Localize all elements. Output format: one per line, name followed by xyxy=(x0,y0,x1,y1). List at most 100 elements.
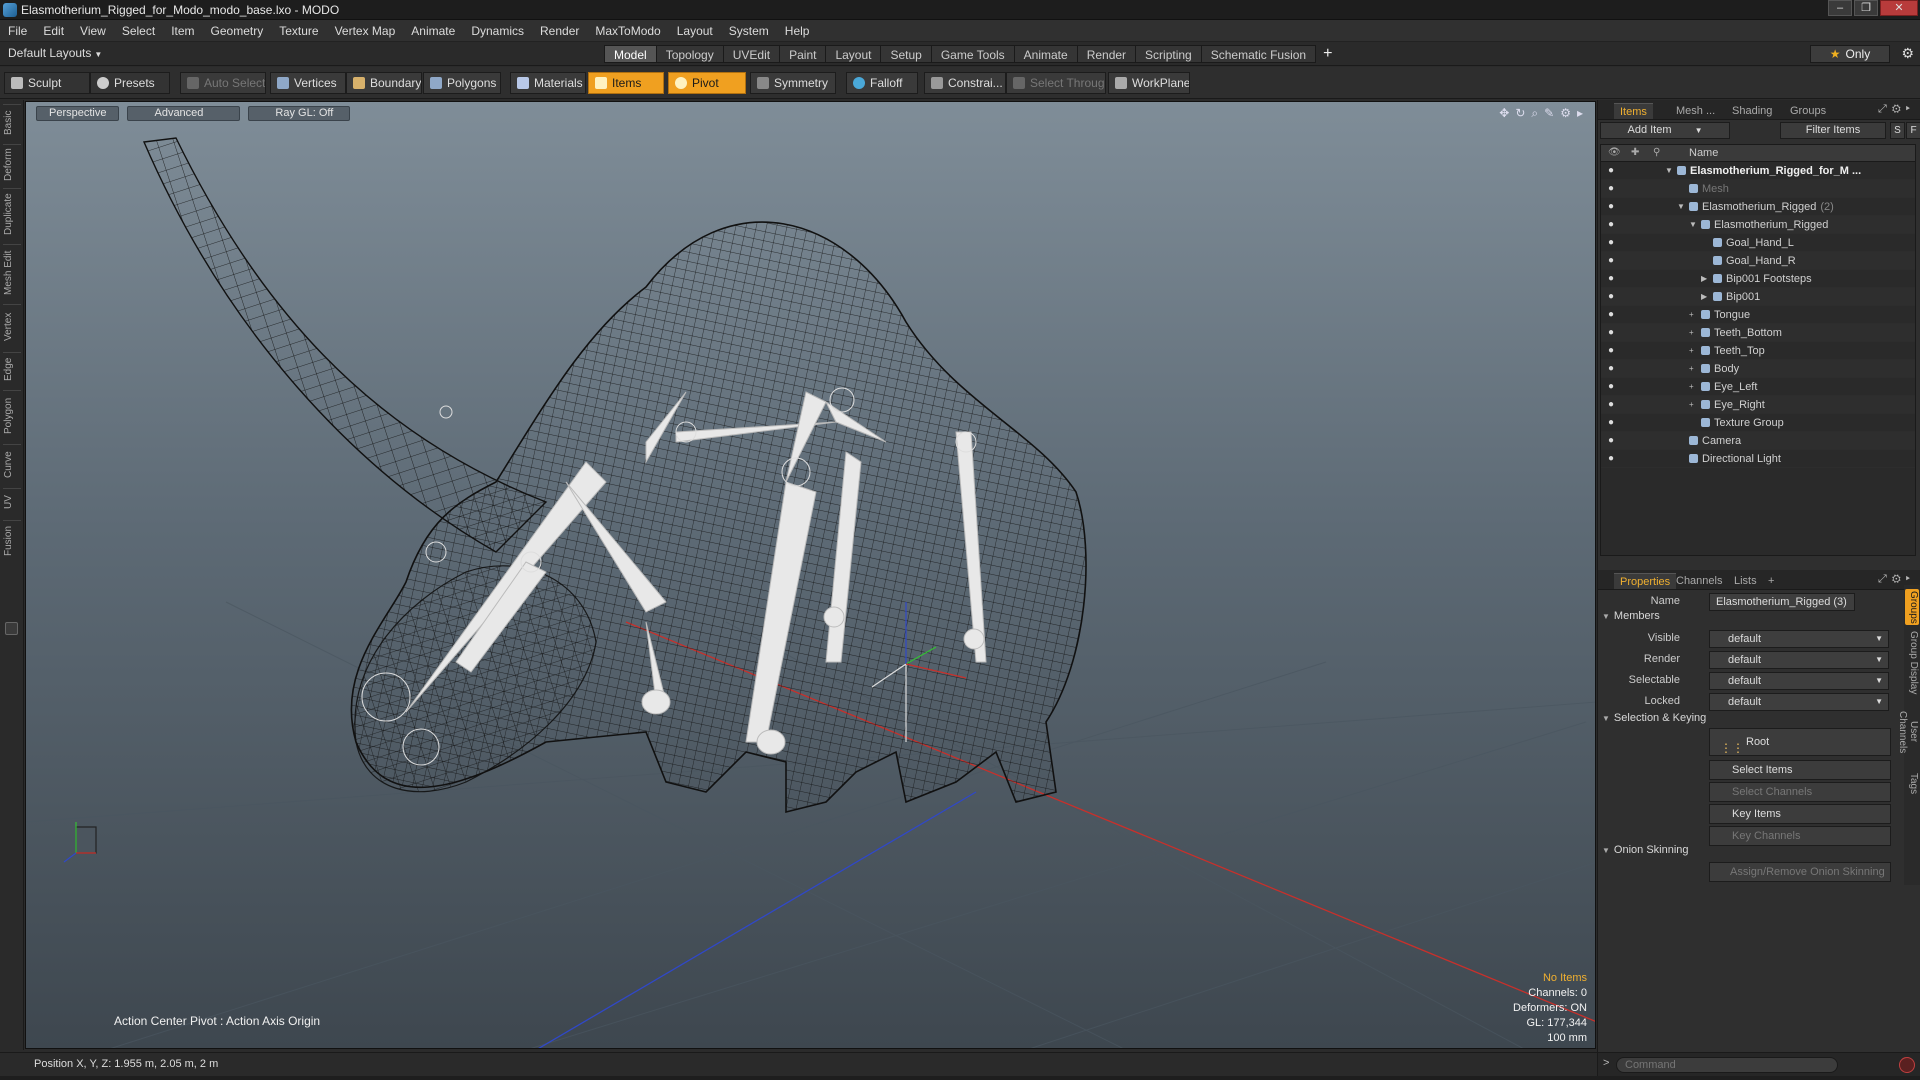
select-through-button[interactable]: Select Through xyxy=(1006,72,1106,94)
tree-expander-icon[interactable]: ▼ xyxy=(1677,198,1685,216)
name-field[interactable]: Elasmotherium_Rigged (3) xyxy=(1709,593,1855,611)
tab-channels[interactable]: Channels xyxy=(1670,573,1728,589)
onion-skinning-section-header[interactable]: ▼ Onion Skinning xyxy=(1602,844,1689,856)
viewport-expand-icon[interactable]: ▸ xyxy=(1577,106,1583,121)
boundary-button[interactable]: Boundary xyxy=(346,72,422,94)
tree-row[interactable]: ● + Teeth_Bottom xyxy=(1601,324,1915,342)
tree-row[interactable]: ● Mesh xyxy=(1601,180,1915,198)
tree-row[interactable]: ● ▼ Elasmotherium_Rigged xyxy=(1601,216,1915,234)
tab-items[interactable]: Items xyxy=(1614,103,1653,119)
tree-row[interactable]: ● + Eye_Left xyxy=(1601,378,1915,396)
visibility-eye-icon[interactable]: ● xyxy=(1608,342,1614,360)
tab-model[interactable]: Model xyxy=(604,45,657,63)
add-tab-button[interactable]: + xyxy=(1315,45,1340,63)
tab-mesh[interactable]: Mesh ... xyxy=(1670,103,1721,119)
visibility-eye-icon[interactable]: ● xyxy=(1608,324,1614,342)
side-tab-group-display[interactable]: Group Display xyxy=(1905,631,1919,695)
tab-curve[interactable]: Curve xyxy=(3,444,21,484)
side-tab-tags[interactable]: Tags xyxy=(1905,769,1919,799)
visibility-eye-icon[interactable]: ● xyxy=(1608,432,1614,450)
visibility-eye-icon[interactable]: ● xyxy=(1608,234,1614,252)
render-select[interactable]: default ▼ xyxy=(1709,651,1889,669)
visibility-eye-icon[interactable]: ● xyxy=(1608,198,1614,216)
assign-onion-skinning-button[interactable]: Assign/Remove Onion Skinning xyxy=(1709,862,1891,882)
tree-expander-icon[interactable]: ▶ xyxy=(1701,270,1707,288)
3d-viewport[interactable]: Perspective Advanced Ray GL: Off ✥ ↻ ⌕ ✎… xyxy=(25,101,1596,1049)
menu-vertex-map[interactable]: Vertex Map xyxy=(327,20,404,42)
tab-properties[interactable]: Properties xyxy=(1614,573,1677,589)
menu-file[interactable]: File xyxy=(0,20,35,42)
tab-basic[interactable]: Basic xyxy=(3,104,21,140)
items-button[interactable]: Items xyxy=(588,72,664,94)
tree-row[interactable]: ● ▶ Bip001 Footsteps xyxy=(1601,270,1915,288)
menu-render[interactable]: Render xyxy=(532,20,587,42)
select-items-button[interactable]: Select Items xyxy=(1709,760,1891,780)
vertices-button[interactable]: Vertices xyxy=(270,72,346,94)
tree-row[interactable]: ● Directional Light xyxy=(1601,450,1915,468)
menu-maxtomodo[interactable]: MaxToModo xyxy=(587,20,668,42)
tree-row[interactable]: ● + Eye_Right xyxy=(1601,396,1915,414)
tree-row[interactable]: ● ▼ Elasmotherium_Rigged_for_M ... xyxy=(1601,162,1915,180)
menu-animate[interactable]: Animate xyxy=(403,20,463,42)
tab-uvedit[interactable]: UVEdit xyxy=(722,45,781,63)
default-layouts-dropdown[interactable]: Default Layouts ▼ xyxy=(8,46,102,60)
pivot-button[interactable]: Pivot xyxy=(668,72,746,94)
gear-icon[interactable]: ⚙ xyxy=(1901,45,1914,62)
tree-expander-icon[interactable]: + xyxy=(1689,324,1694,342)
tree-row[interactable]: ● ▶ Bip001 xyxy=(1601,288,1915,306)
root-button[interactable]: ⋮⋮ Root xyxy=(1709,728,1891,756)
add-item-dropdown[interactable]: Add Item ▼ xyxy=(1600,122,1730,139)
visibility-eye-icon[interactable]: ● xyxy=(1608,216,1614,234)
sculpt-button[interactable]: Sculpt xyxy=(4,72,90,94)
materials-button[interactable]: Materials xyxy=(510,72,586,94)
perspective-button[interactable]: Perspective xyxy=(36,106,120,121)
menu-layout[interactable]: Layout xyxy=(669,20,721,42)
advanced-shading-button[interactable]: Advanced xyxy=(127,106,241,121)
tree-row[interactable]: ● Goal_Hand_L xyxy=(1601,234,1915,252)
tab-paint[interactable]: Paint xyxy=(779,45,827,63)
menu-view[interactable]: View xyxy=(72,20,114,42)
menu-system[interactable]: System xyxy=(721,20,777,42)
menu-geometry[interactable]: Geometry xyxy=(203,20,272,42)
constraints-button[interactable]: Constrai... xyxy=(924,72,1006,94)
s-button[interactable]: S xyxy=(1890,122,1905,139)
tree-expander-icon[interactable]: + xyxy=(1689,306,1694,324)
visible-select[interactable]: default ▼ xyxy=(1709,630,1889,648)
tab-lists[interactable]: Lists xyxy=(1728,573,1763,589)
tab-topology[interactable]: Topology xyxy=(655,45,724,63)
tree-expander-icon[interactable]: + xyxy=(1689,378,1694,396)
tab-mesh-edit[interactable]: Mesh Edit xyxy=(3,244,21,300)
tab-groups[interactable]: Groups xyxy=(1784,103,1832,119)
visibility-eye-icon[interactable]: ● xyxy=(1608,306,1614,324)
tab-polygon[interactable]: Polygon xyxy=(3,390,21,440)
tree-row[interactable]: ● + Teeth_Top xyxy=(1601,342,1915,360)
viewport-settings-gear-icon[interactable]: ⚙ xyxy=(1560,106,1571,121)
visibility-eye-icon[interactable]: ● xyxy=(1608,360,1614,378)
visibility-eye-icon[interactable]: ● xyxy=(1608,450,1614,468)
key-channels-button[interactable]: Key Channels xyxy=(1709,826,1891,846)
selectable-select[interactable]: default ▼ xyxy=(1709,672,1889,690)
symmetry-button[interactable]: Symmetry xyxy=(750,72,836,94)
tree-expander-icon[interactable]: + xyxy=(1689,342,1694,360)
visibility-eye-icon[interactable]: ● xyxy=(1608,162,1614,180)
tab-layout[interactable]: Layout xyxy=(825,45,882,63)
tab-vertex[interactable]: Vertex xyxy=(3,304,21,348)
tab-game-tools[interactable]: Game Tools xyxy=(930,45,1015,63)
visibility-eye-icon[interactable]: ● xyxy=(1608,378,1614,396)
tree-row[interactable]: ● + Body xyxy=(1601,360,1915,378)
visibility-eye-icon[interactable]: ● xyxy=(1608,414,1614,432)
tab-schematic-fusion[interactable]: Schematic Fusion xyxy=(1200,45,1317,63)
members-section-header[interactable]: ▼ Members xyxy=(1602,610,1660,622)
tab-shading[interactable]: Shading xyxy=(1726,103,1778,119)
menu-texture[interactable]: Texture xyxy=(271,20,326,42)
tree-expander-icon[interactable]: + xyxy=(1689,396,1694,414)
tree-expander-icon[interactable]: ▼ xyxy=(1665,162,1673,180)
tree-expander-icon[interactable]: + xyxy=(1689,360,1694,378)
tab-setup[interactable]: Setup xyxy=(880,45,932,63)
key-items-button[interactable]: Key Items xyxy=(1709,804,1891,824)
fit-view-icon[interactable]: ✎ xyxy=(1544,106,1554,121)
maximize-button[interactable]: ❐ xyxy=(1854,0,1878,16)
visibility-eye-icon[interactable]: ● xyxy=(1608,288,1614,306)
tree-row[interactable]: ● Texture Group xyxy=(1601,414,1915,432)
panel-options-icons[interactable]: ⤢⚙▸ xyxy=(1878,103,1915,116)
